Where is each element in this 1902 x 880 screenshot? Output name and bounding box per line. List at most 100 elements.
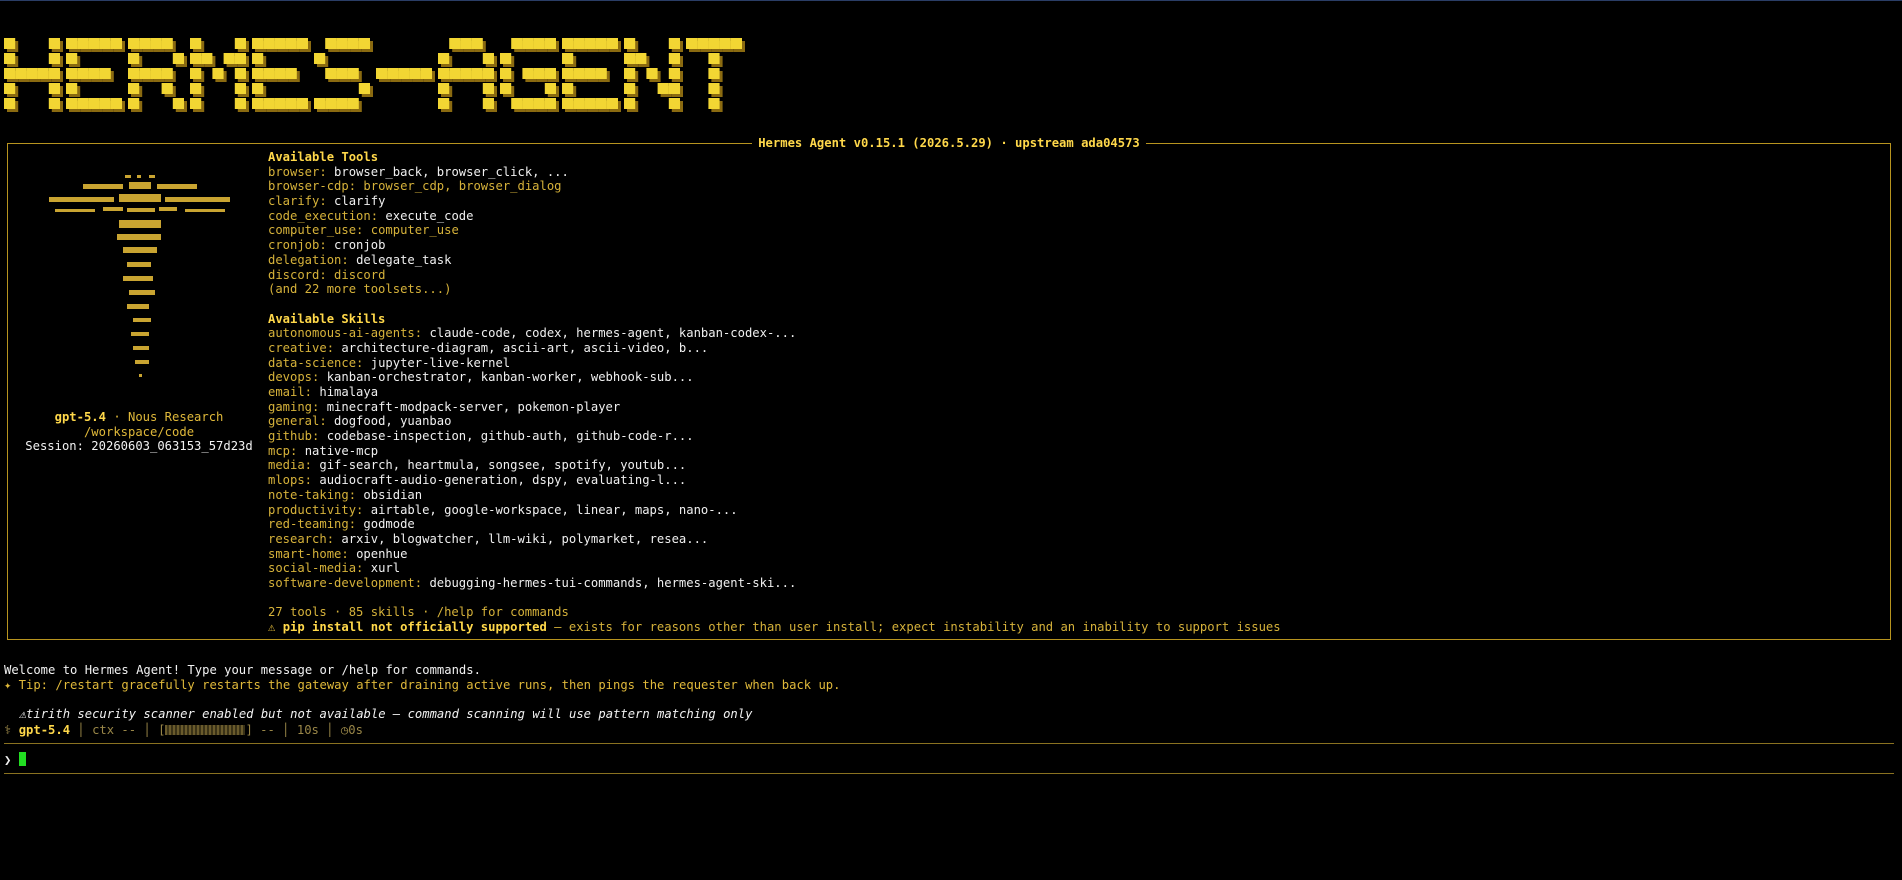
logo-block (719, 38, 731, 49)
logo-block (99, 38, 111, 49)
skill-row: devops: kanban-orchestrator, kanban-work… (268, 370, 1281, 385)
logo-block (190, 68, 202, 79)
logo-art (4, 38, 745, 112)
logo-block (708, 68, 720, 79)
logo-block (99, 68, 111, 79)
skill-key: mcp: (268, 443, 298, 458)
logo-block (48, 68, 60, 79)
tool-value: browser_cdp, browser_dialog (363, 179, 562, 194)
tool-key: discord: (268, 267, 327, 282)
logo-block (172, 98, 184, 109)
logo-block (668, 38, 680, 49)
skill-value: arxiv, blogwatcher, llm-wiki, polymarket… (341, 531, 709, 546)
logo-block (398, 68, 410, 79)
logo-block (573, 68, 585, 79)
logo-block (584, 98, 596, 109)
logo-block (347, 98, 359, 109)
logo-block (15, 68, 27, 79)
skill-key: creative: (268, 340, 335, 355)
tool-key: delegation: (268, 252, 349, 267)
tool-value: computer_use (370, 223, 459, 238)
logo-block (624, 98, 636, 109)
tool-key: code_execution: (268, 208, 379, 223)
tool-key: browser: (268, 164, 327, 179)
skill-value: minecraft-modpack-server, pokemon-player (326, 399, 621, 414)
banner-right-column: Available Tools browser: browser_back, b… (268, 150, 1281, 635)
text-cursor[interactable] (18, 752, 26, 766)
logo-block (387, 68, 399, 79)
skill-key: note-taking: (268, 487, 357, 502)
tool-value: discord (334, 267, 386, 282)
input-line[interactable]: ❯ (4, 752, 26, 768)
logo-block (668, 53, 680, 64)
logo-block (99, 98, 111, 109)
window-top-border (0, 0, 1902, 1)
logo-block (606, 38, 618, 49)
warning-bold: pip install not officially supported (282, 620, 547, 634)
logo-block (595, 38, 607, 49)
banner-left-column: gpt-5.4 · Nous Research /workspace/code … (8, 172, 270, 454)
logo-block (110, 98, 122, 109)
hermes-agent-ascii-logo (2, 30, 747, 120)
logo-block (482, 53, 494, 64)
logo-block (708, 53, 720, 64)
skill-value: himalaya (319, 385, 379, 399)
logo-block (150, 68, 162, 79)
warning-icon: ⚠ (18, 707, 27, 722)
logo-block (646, 68, 658, 79)
skill-row: creative: architecture-diagram, ascii-ar… (268, 341, 1281, 356)
skill-key: email: (268, 385, 313, 399)
logo-block (66, 38, 78, 49)
logo-block (438, 53, 450, 64)
tool-row: code_execution: execute_code (268, 209, 1281, 224)
logo-block (482, 68, 494, 79)
warning-icon: ⚠ (268, 620, 276, 634)
status-elapsed: 10s (296, 723, 319, 737)
skill-key: software-development: (268, 575, 423, 590)
logo-block (128, 68, 140, 79)
welcome-message: Welcome to Hermes Agent! Type your messa… (4, 663, 481, 677)
skill-row: media: gif-search, heartmula, songsee, s… (268, 458, 1281, 473)
skill-value: dogfood, yuanbao (334, 414, 452, 429)
tool-key: clarify: (268, 194, 327, 209)
cwd-path: /workspace/code (83, 424, 195, 439)
logo-block (460, 38, 472, 49)
model-line: gpt-5.4 · Nous Research (8, 410, 270, 425)
logo-block (190, 38, 202, 49)
skill-value: godmode (363, 517, 415, 532)
logo-block (697, 38, 709, 49)
logo-block (522, 98, 534, 109)
logo-block (66, 68, 78, 79)
summary-line: 27 tools · 85 skills · /help for command… (268, 605, 569, 620)
logo-block (624, 83, 636, 94)
logo-block (708, 98, 720, 109)
logo-block (533, 98, 545, 109)
status-bar: ⚕ gpt-5.4 │ ctx -- │ [] -- │ 10s │ ◷0s (4, 723, 363, 737)
skill-value: debugging-hermes-tui-commands, hermes-ag… (429, 575, 797, 590)
logo-block (562, 53, 574, 64)
skill-value: gif-search, heartmula, songsee, spotify,… (319, 458, 687, 473)
logo-block (274, 68, 286, 79)
tool-key: browser-cdp: (268, 179, 357, 194)
logo-block (544, 38, 556, 49)
logo-block (252, 98, 264, 109)
skill-row: productivity: airtable, google-workspace… (268, 503, 1281, 518)
tools-heading: Available Tools (268, 150, 379, 164)
logo-block (438, 83, 450, 94)
logo-block (212, 68, 224, 79)
logo-block (533, 38, 545, 49)
logo-block (252, 68, 264, 79)
tool-value: browser_back, browser_click, ... (334, 164, 569, 179)
skill-key: media: (268, 458, 313, 473)
tool-row: browser: browser_back, browser_click, ..… (268, 165, 1281, 180)
tool-row: clarify: clarify (268, 194, 1281, 209)
logo-block (285, 38, 297, 49)
logo-block (48, 53, 60, 64)
skill-row: software-development: debugging-hermes-t… (268, 576, 1281, 591)
caduceus-icon (49, 175, 230, 377)
logo-block (88, 98, 100, 109)
logo-block (4, 38, 16, 49)
tool-row: cronjob: cronjob (268, 238, 1281, 253)
logo-block (544, 98, 556, 109)
